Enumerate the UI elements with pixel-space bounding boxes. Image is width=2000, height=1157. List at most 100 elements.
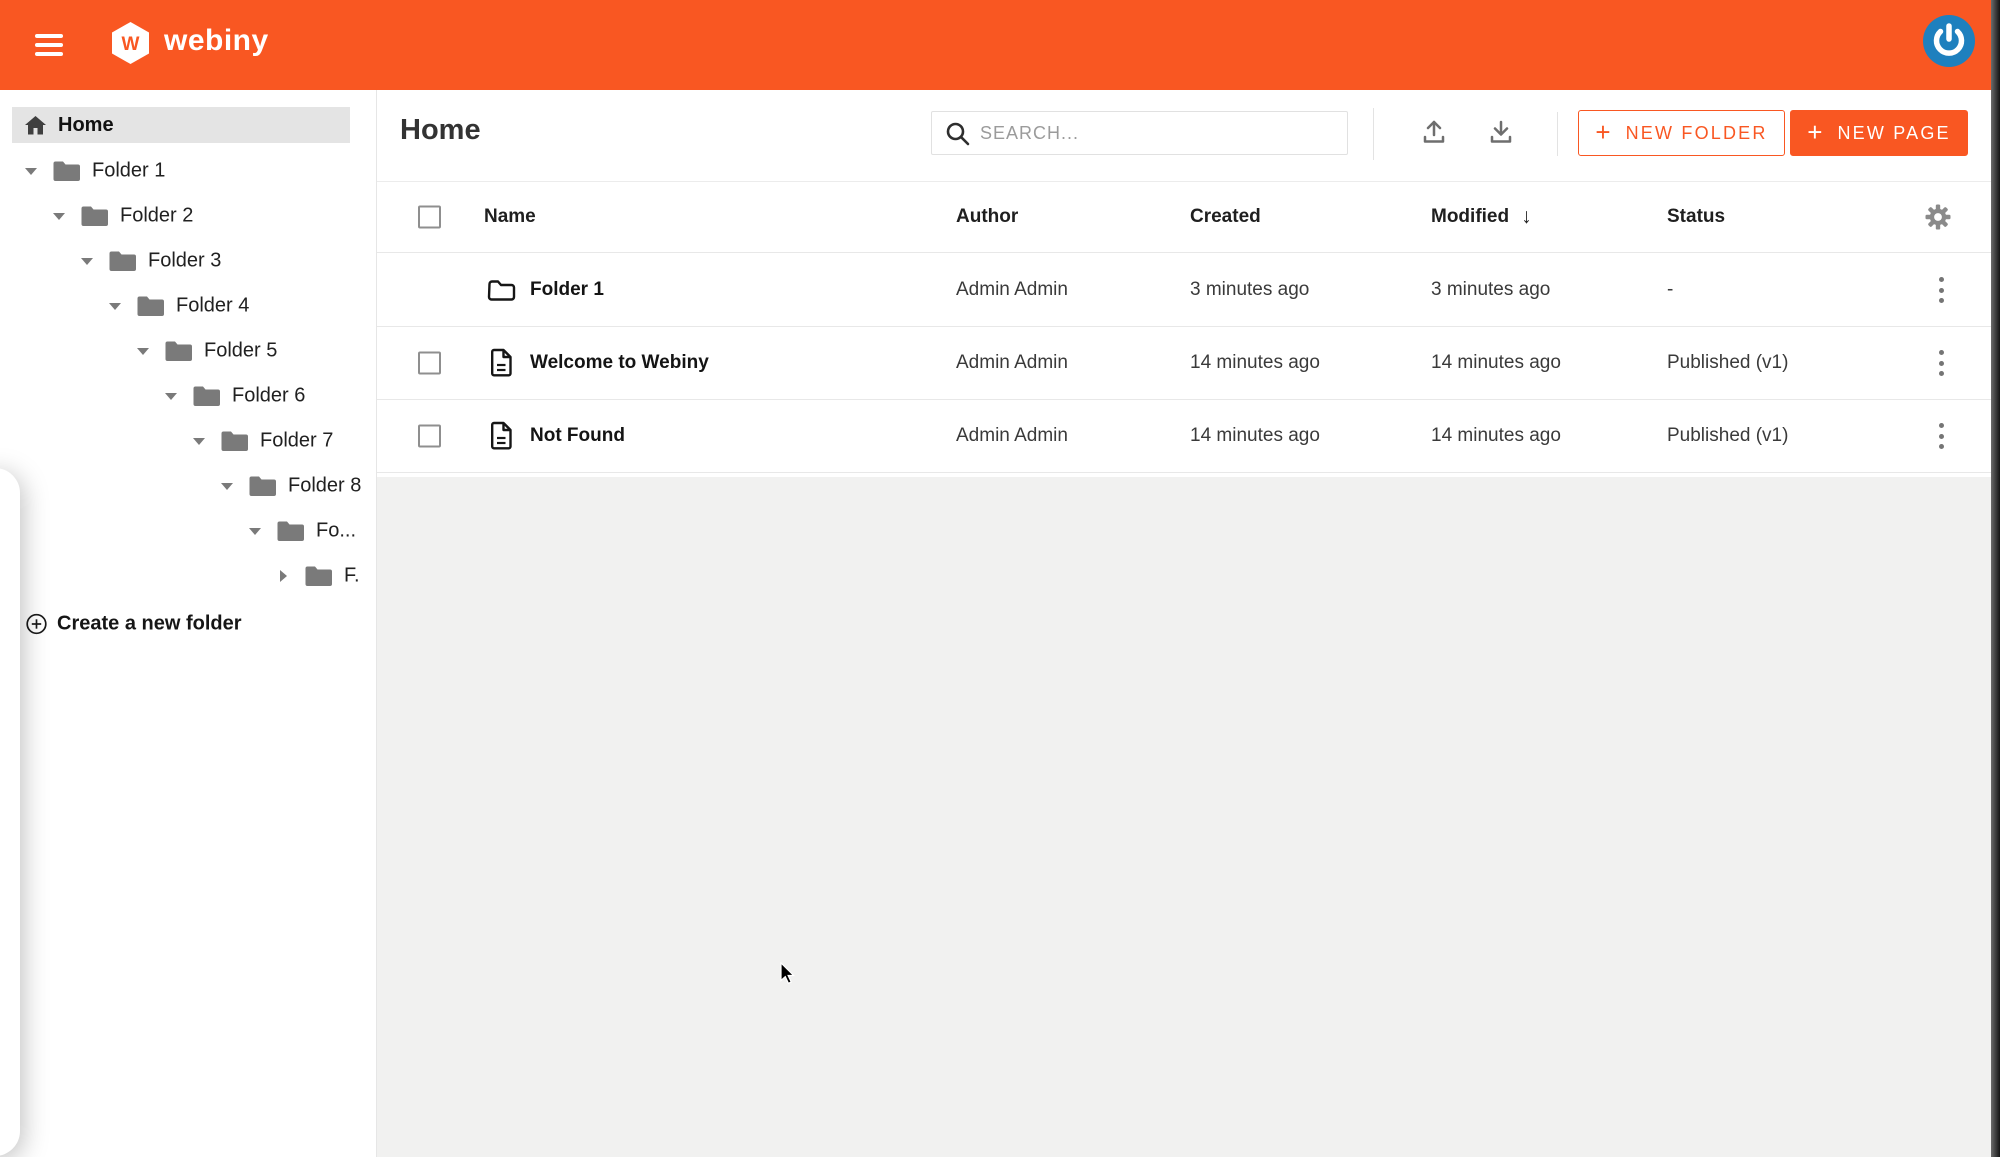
chevron-down-icon[interactable] — [52, 209, 66, 223]
new-page-label: NEW PAGE — [1837, 123, 1950, 144]
toolbar-divider — [1557, 112, 1558, 156]
sort-descending-icon: ↓ — [1521, 205, 1532, 229]
chevron-right-icon[interactable] — [276, 569, 290, 583]
toolbar-divider — [1373, 108, 1374, 160]
tree-item-folder-2[interactable]: Folder 2 — [0, 194, 376, 238]
page-title: Home — [400, 114, 481, 147]
plus-icon: + — [1595, 117, 1610, 148]
row-actions-kebab-icon[interactable] — [1939, 423, 1945, 449]
column-header-modified[interactable]: Modified ↓ — [1431, 205, 1532, 229]
tree-item-label: Folder 8 — [288, 475, 361, 498]
tree-item-folder-6[interactable]: Folder 6 — [0, 374, 376, 418]
column-header-status[interactable]: Status — [1667, 206, 1725, 228]
brand-wordmark: webiny — [164, 24, 269, 58]
row-modified: 14 minutes ago — [1431, 425, 1561, 447]
chevron-down-icon[interactable] — [136, 344, 150, 358]
user-avatar[interactable] — [1923, 15, 1975, 67]
webiny-admin-app: W webiny Home Folder 1 — [0, 0, 2000, 1157]
row-created: 3 minutes ago — [1190, 279, 1309, 301]
hamburger-menu-icon[interactable] — [35, 34, 63, 56]
folder-icon — [165, 341, 192, 362]
tree-item-folder-3[interactable]: Folder 3 — [0, 239, 376, 283]
row-status: Published (v1) — [1667, 352, 1788, 374]
tree-item-label: Folder 5 — [204, 340, 277, 363]
search-box — [931, 111, 1348, 155]
chevron-down-icon[interactable] — [220, 479, 234, 493]
folder-icon — [305, 566, 332, 587]
folder-icon — [249, 476, 276, 497]
table-row-welcome-to-webiny[interactable]: Welcome to Webiny Admin Admin 14 minutes… — [377, 327, 2000, 400]
table-header-row: Name Author Created Modified ↓ Status — [377, 181, 2000, 253]
upload-icon — [1421, 118, 1447, 146]
new-folder-button[interactable]: + NEW FOLDER — [1578, 110, 1785, 156]
row-modified: 3 minutes ago — [1431, 279, 1550, 301]
select-all-checkbox[interactable] — [418, 206, 441, 229]
tree-item-folder-8[interactable]: Folder 8 — [0, 464, 376, 508]
table-settings-gear-icon[interactable] — [1925, 204, 1951, 230]
row-checkbox[interactable] — [418, 425, 441, 448]
empty-content-background — [377, 477, 2000, 1157]
tree-item-folder-1[interactable]: Folder 1 — [0, 149, 376, 193]
table-row-not-found[interactable]: Not Found Admin Admin 14 minutes ago 14 … — [377, 400, 2000, 473]
folder-icon — [109, 251, 136, 272]
folder-icon — [137, 296, 164, 317]
power-icon — [1923, 15, 1975, 67]
new-folder-label: NEW FOLDER — [1626, 123, 1768, 144]
tree-item-label: Folder 6 — [232, 385, 305, 408]
plus-icon: + — [1807, 117, 1822, 148]
column-header-created[interactable]: Created — [1190, 206, 1261, 228]
tree-item-folder-4[interactable]: Folder 4 — [0, 284, 376, 328]
chevron-down-icon[interactable] — [248, 524, 262, 538]
tree-item-label: Folder 1 — [92, 160, 165, 183]
sidebar-item-home[interactable]: Home — [12, 107, 350, 143]
tree-item-folder-5[interactable]: Folder 5 — [0, 329, 376, 373]
plus-circle-icon — [26, 614, 47, 635]
page-document-icon — [490, 349, 514, 378]
tree-item-label: Folder 4 — [176, 295, 249, 318]
chevron-down-icon[interactable] — [164, 389, 178, 403]
window-right-edge — [1991, 0, 2000, 1157]
tree-item-label: Folder 7 — [260, 430, 333, 453]
tree-item-folder-10[interactable]: F. — [0, 554, 376, 598]
chevron-down-icon[interactable] — [80, 254, 94, 268]
row-name: Welcome to Webiny — [530, 352, 709, 374]
row-status: Published (v1) — [1667, 425, 1788, 447]
row-author: Admin Admin — [956, 279, 1068, 301]
table-row-folder-1[interactable]: Folder 1 Admin Admin 3 minutes ago 3 min… — [377, 254, 2000, 327]
export-download-button[interactable] — [1488, 118, 1518, 150]
column-header-author[interactable]: Author — [956, 206, 1018, 228]
tree-item-folder-9[interactable]: Fo... — [0, 509, 376, 553]
sidebar-home-label: Home — [58, 114, 114, 137]
webiny-logo[interactable]: W webiny — [112, 22, 269, 64]
new-page-button[interactable]: + NEW PAGE — [1790, 110, 1968, 156]
home-icon — [25, 116, 46, 135]
top-app-bar: W webiny — [0, 0, 2000, 90]
row-actions-kebab-icon[interactable] — [1939, 277, 1945, 303]
row-status: - — [1667, 279, 1673, 301]
chevron-down-icon[interactable] — [24, 164, 38, 178]
search-input[interactable] — [980, 112, 1340, 154]
svg-text:W: W — [122, 34, 140, 55]
row-actions-kebab-icon[interactable] — [1939, 350, 1945, 376]
folder-icon — [53, 161, 80, 182]
row-checkbox[interactable] — [418, 352, 441, 375]
chevron-down-icon[interactable] — [108, 299, 122, 313]
chevron-down-icon[interactable] — [192, 434, 206, 448]
folder-icon — [193, 386, 220, 407]
tree-item-label: Fo... — [316, 520, 356, 543]
folder-outline-icon — [487, 278, 516, 302]
create-folder-label: Create a new folder — [57, 613, 242, 636]
page-document-icon — [490, 422, 514, 451]
tree-item-label: F. — [344, 565, 360, 588]
row-created: 14 minutes ago — [1190, 352, 1320, 374]
tree-item-folder-7[interactable]: Folder 7 — [0, 419, 376, 463]
folder-icon — [221, 431, 248, 452]
row-name: Not Found — [530, 425, 625, 447]
column-header-name[interactable]: Name — [484, 206, 536, 228]
download-icon — [1488, 118, 1514, 146]
row-author: Admin Admin — [956, 352, 1068, 374]
import-upload-button[interactable] — [1421, 118, 1451, 150]
drawer-edge-shadow — [0, 468, 20, 1156]
row-author: Admin Admin — [956, 425, 1068, 447]
create-new-folder-button[interactable]: Create a new folder — [0, 602, 376, 646]
